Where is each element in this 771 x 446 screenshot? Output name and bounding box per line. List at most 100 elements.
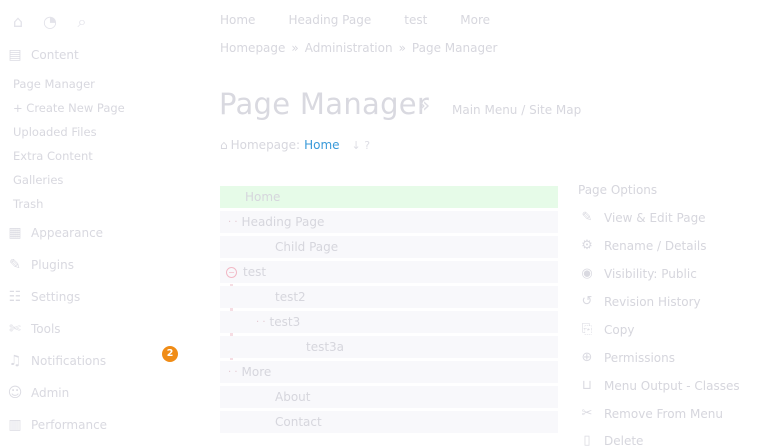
drag-handle-icon[interactable]: · · [228,367,238,378]
sidebar-subitem-uploaded-files[interactable]: Uploaded Files [13,125,97,139]
copy-button[interactable]: ⎘ Copy [578,322,635,337]
option-label: Rename / Details [604,238,707,253]
wrench-icon: ✄ [9,321,21,337]
option-label: Delete [604,433,644,446]
tree-item-label: test [243,265,267,279]
breadcrumb-page-manager: Page Manager [411,41,498,55]
sidebar-item-tools[interactable]: ✄ Tools [6,321,61,337]
pencil-icon: ✎ [581,210,593,225]
dashboard-icon[interactable]: ◔ [40,13,60,31]
plugin-icon: ✎ [9,257,21,273]
sidebar-item-performance[interactable]: ▥ Performance [6,417,107,433]
tree-item-label: Home [245,190,281,204]
sidebar-item-admin[interactable]: ☺ Admin [6,385,70,401]
sidebar-subitem-page-manager[interactable]: Page Manager [13,77,95,91]
tree-item-label: More [241,365,272,379]
sidebar-item-label: Tools [31,322,61,336]
tree-row[interactable]: Contact [220,411,558,433]
home-icon[interactable]: ⌂ [8,13,28,31]
homepage-help-icon[interactable]: ↓ ? [352,139,371,152]
delete-button[interactable]: ▯ Delete [578,433,643,446]
eye-icon: ◉ [581,266,593,281]
option-label: Permissions [604,350,675,365]
drag-handle-icon[interactable]: · · [228,217,238,228]
sidebar-subitem-create-page[interactable]: + Create New Page [13,101,125,115]
option-label: View & Edit Page [604,210,706,225]
rename-details-button[interactable]: ⚙ Rename / Details [578,238,707,253]
option-label: Menu Output - Classes [604,378,740,393]
home-icon: ⌂ [220,138,228,152]
cogs-icon: ⚙ [581,238,593,253]
lock-icon: ⊕ [581,350,593,365]
chart-icon: ▥ [8,417,22,433]
tree-row[interactable]: Child Page [220,236,558,258]
sidebar-item-label: Admin [31,386,70,400]
tree-row[interactable]: · · More [220,361,558,383]
option-label: Copy [604,322,635,337]
trash-icon: ▯ [583,433,591,446]
tree-row[interactable]: test2 [220,286,558,308]
drag-handle-icon[interactable]: · · [256,317,266,328]
breadcrumb-administration[interactable]: Administration [305,41,393,55]
tree-item-label: About [275,390,311,404]
notification-count-badge: 2 [162,346,178,362]
breadcrumb-separator: » [291,41,299,55]
remove-from-menu-button[interactable]: ✂ Remove From Menu [578,406,723,421]
settings-icon: ☷ [8,289,22,305]
sidebar-item-label: Notifications [31,354,107,368]
topnav-home-link[interactable]: Home [220,13,255,27]
sidebar-item-content[interactable]: ▤ Content [6,47,79,63]
tree-row[interactable]: test3a [220,336,558,358]
breadcrumb-homepage[interactable]: Homepage [220,41,285,55]
page-options-panel: Page Options ✎ View & Edit Page ⚙ Rename… [578,183,768,446]
sidebar-item-label: Content [31,48,79,62]
tree-row[interactable]: Home [220,186,558,208]
menu-path-link[interactable]: Main Menu / Site Map [452,103,581,117]
topnav-heading-page-link[interactable]: Heading Page [288,13,371,27]
option-label: Visibility: Public [604,266,697,281]
sidebar-item-label: Plugins [31,258,74,272]
sidebar-item-label: Appearance [31,226,104,240]
sidebar-subitem-galleries[interactable]: Galleries [13,173,63,187]
menu-output-classes-button[interactable]: ⊔ Menu Output - Classes [578,378,740,393]
top-navigation: Home Heading Page test More [220,13,523,27]
tree-item-label: test2 [275,290,306,304]
sidebar-item-label: Performance [31,418,108,432]
view-edit-page-button[interactable]: ✎ View & Edit Page [578,210,706,225]
page-options-title: Page Options [578,183,658,197]
homepage-link[interactable]: Home [304,138,339,152]
tree-item-label: test3 [269,315,301,329]
revision-history-button[interactable]: ↺ Revision History [578,294,701,309]
history-icon: ↺ [581,294,593,309]
tree-item-label: Contact [275,415,322,429]
collapse-icon[interactable]: − [226,266,237,278]
sidebar-item-label: Settings [31,290,81,304]
breadcrumb-separator: » [398,41,406,55]
tree-row[interactable]: · · test3 [220,311,558,333]
option-label: Revision History [604,294,701,309]
tree-row[interactable]: − test [220,261,558,283]
bell-icon: ♫ [8,353,22,369]
scissors-icon: ✂ [581,406,593,421]
code-icon: ⊔ [581,378,593,393]
search-icon[interactable]: ⌕ [72,13,92,31]
sidebar-item-settings[interactable]: ☷ Settings [6,289,81,305]
file-icon: ▤ [8,47,22,63]
grid-icon: ▦ [8,225,22,241]
topnav-test-link[interactable]: test [404,13,427,27]
topnav-more-link[interactable]: More [460,13,490,27]
tree-item-label: test3a [306,340,345,354]
tree-row[interactable]: · · Heading Page [220,211,558,233]
tree-row[interactable]: About [220,386,558,408]
sidebar-item-notifications[interactable]: ♫ Notifications [6,353,106,369]
permissions-button[interactable]: ⊕ Permissions [578,350,675,365]
homepage-setting: ⌂ Homepage: Home ↓ ? [220,138,370,152]
sidebar-subitem-extra-content[interactable]: Extra Content [13,149,93,163]
copy-icon: ⎘ [581,322,593,337]
sidebar: ⌂ ◔ ⌕ ▤ Content Page Manager + Create Ne… [0,0,200,446]
sidebar-top-icons: ⌂ ◔ ⌕ [8,13,92,31]
sidebar-item-plugins[interactable]: ✎ Plugins [6,257,74,273]
sidebar-item-appearance[interactable]: ▦ Appearance [6,225,103,241]
visibility-button[interactable]: ◉ Visibility: Public [578,266,697,281]
sidebar-subitem-trash[interactable]: Trash [13,197,43,211]
